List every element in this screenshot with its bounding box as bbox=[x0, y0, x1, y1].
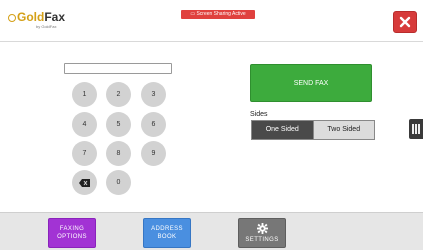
settings-label: SETTINGS bbox=[245, 236, 279, 243]
key-2[interactable]: 2 bbox=[106, 82, 131, 107]
fax-number-input[interactable] bbox=[64, 63, 172, 74]
header-bar: Gold Fax by GoldFax ▭ Screen Sharing Acti… bbox=[0, 0, 423, 42]
sidebar-handle-line bbox=[415, 124, 417, 134]
goldfax-logo: Gold Fax by GoldFax bbox=[8, 11, 78, 33]
sides-label: Sides bbox=[250, 111, 268, 118]
two-sided-option[interactable]: Two Sided bbox=[312, 121, 374, 139]
address-book-label-1: ADDRESS bbox=[151, 226, 183, 232]
send-fax-button[interactable]: SEND FAX bbox=[250, 64, 372, 102]
sides-toggle: One Sided Two Sided bbox=[251, 120, 375, 140]
key-9[interactable]: 9 bbox=[141, 141, 166, 166]
close-button[interactable] bbox=[393, 11, 417, 33]
logo-subtitle: by GoldFax bbox=[36, 24, 57, 29]
gear-icon bbox=[256, 222, 268, 234]
logo-prefix: Gold bbox=[17, 10, 45, 24]
close-icon bbox=[399, 16, 411, 28]
address-book-label-2: BOOK bbox=[157, 234, 177, 240]
settings-button[interactable]: SETTINGS bbox=[238, 218, 286, 248]
faxing-options-button[interactable]: FAXING OPTIONS bbox=[48, 218, 96, 248]
screen-share-icon: ▭ bbox=[190, 11, 196, 17]
backspace-icon bbox=[79, 178, 90, 187]
screen-sharing-badge: ▭ Screen Sharing Active bbox=[181, 10, 255, 19]
sidebar-handle-icon bbox=[412, 124, 414, 134]
screen-sharing-text: Screen Sharing Active bbox=[196, 11, 246, 17]
key-7[interactable]: 7 bbox=[72, 141, 97, 166]
address-book-button[interactable]: ADDRESS BOOK bbox=[143, 218, 191, 248]
backspace-key[interactable] bbox=[72, 170, 97, 195]
footer-bar: FAXING OPTIONS ADDRESS BOOK SETTINGS bbox=[0, 212, 423, 250]
key-0[interactable]: 0 bbox=[106, 170, 131, 195]
key-6[interactable]: 6 bbox=[141, 112, 166, 137]
sidebar-handle[interactable] bbox=[409, 119, 423, 139]
logo-mark-icon bbox=[8, 13, 16, 22]
sidebar-handle-line bbox=[418, 124, 420, 134]
key-4[interactable]: 4 bbox=[72, 112, 97, 137]
key-8[interactable]: 8 bbox=[106, 141, 131, 166]
faxing-options-label-1: FAXING bbox=[59, 226, 85, 232]
one-sided-option[interactable]: One Sided bbox=[252, 121, 313, 139]
faxing-options-label-2: OPTIONS bbox=[57, 234, 87, 240]
key-5[interactable]: 5 bbox=[106, 112, 131, 137]
key-3[interactable]: 3 bbox=[141, 82, 166, 107]
logo-suffix: Fax bbox=[44, 10, 66, 24]
key-1[interactable]: 1 bbox=[72, 82, 97, 107]
